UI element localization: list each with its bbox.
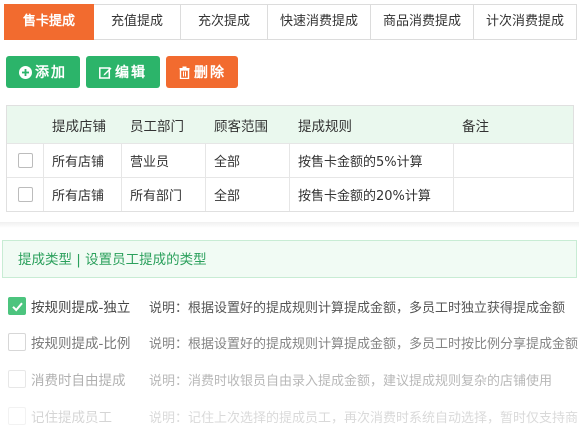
row-select-cell (7, 144, 43, 177)
delete-button[interactable]: 删除 (166, 56, 238, 88)
checkbox[interactable] (8, 333, 26, 351)
checkbox[interactable] (8, 370, 26, 388)
cell-department: 所有部门 (121, 178, 205, 211)
tab-goods-consume-commission[interactable]: 商品消费提成 (371, 4, 474, 40)
row-select-cell (7, 178, 43, 211)
option-free-commission[interactable]: 消费时自由提成 说明：消费时收银员自由录入提成金额，建议提成规则复杂的店铺使用 (8, 369, 552, 389)
option-label: 按规则提成-比例 (31, 336, 131, 352)
option-label: 消费时自由提成 (31, 373, 126, 389)
option-rule-independent[interactable]: 按规则提成-独立 说明：根据设置好的提成规则计算提成金额，多员工时独立获得提成金… (8, 296, 565, 316)
commission-tabs: 售卡提成 充值提成 充次提成 快速消费提成 商品消费提成 计次消费提成 (4, 4, 577, 40)
cell-customer-scope: 全部 (205, 178, 289, 211)
header-customer-scope: 顾客范围 (214, 118, 268, 135)
table-header-row: 提成店铺 员工部门 顾客范围 提成规则 备注 (7, 106, 573, 143)
tab-quick-consume-commission[interactable]: 快速消费提成 (268, 4, 371, 40)
option-description: 说明：根据设置好的提成规则计算提成金额，多员工时独立获得提成金额 (149, 300, 566, 316)
plus-circle-icon (19, 65, 32, 79)
tab-card-sale-commission[interactable]: 售卡提成 (4, 4, 94, 40)
cell-remark (453, 144, 573, 177)
header-select-cell (7, 106, 43, 143)
option-description: 说明：记住上次选择的提成员工，再次消费时系统自动选择，暂时仅支持商 (149, 410, 579, 426)
option-remember-staff[interactable]: 记住提成员工 说明：记住上次选择的提成员工，再次消费时系统自动选择，暂时仅支持商 (8, 406, 578, 426)
checkbox[interactable] (8, 407, 26, 425)
tab-count-consume-commission[interactable]: 计次消费提成 (474, 4, 577, 40)
option-label: 按规则提成-独立 (31, 300, 131, 316)
option-rule-proportional[interactable]: 按规则提成-比例 说明：根据设置好的提成规则计算提成金额，多员工时按比例分享提成… (8, 332, 578, 352)
cell-store: 所有店铺 (43, 144, 121, 177)
cell-customer-scope: 全部 (205, 144, 289, 177)
header-remark: 备注 (462, 118, 489, 135)
cell-remark (453, 178, 573, 211)
header-rule: 提成规则 (298, 118, 352, 135)
edit-icon (99, 66, 112, 79)
commission-type-panel-header: 提成类型 | 设置员工提成的类型 (2, 240, 577, 278)
option-label: 记住提成员工 (31, 410, 112, 426)
tab-recharge-commission[interactable]: 充值提成 (94, 4, 181, 40)
cell-store: 所有店铺 (43, 178, 121, 211)
row-checkbox[interactable] (17, 153, 33, 168)
header-store: 提成店铺 (52, 118, 106, 135)
edit-button-label: 编辑 (115, 65, 147, 81)
table-row[interactable]: 所有店铺 营业员 全部 按售卡金额的5%计算 (7, 143, 573, 177)
add-button-label: 添加 (35, 65, 67, 81)
panel-title: 提成类型 | 设置员工提成的类型 (18, 252, 207, 268)
option-description: 说明：根据设置好的提成规则计算提成金额，多员工时按比例分享提成金额 (149, 336, 579, 352)
trash-icon (178, 66, 191, 79)
table-row[interactable]: 所有店铺 所有部门 全部 按售卡金额的20%计算 (7, 177, 573, 211)
add-button[interactable]: 添加 (6, 56, 80, 88)
toolbar: 添加 编辑 删除 (6, 56, 244, 88)
option-description: 说明：消费时收银员自由录入提成金额，建议提成规则复杂的店铺使用 (149, 373, 553, 389)
cell-rule: 按售卡金额的5%计算 (289, 144, 453, 177)
section-divider (0, 222, 579, 228)
header-department: 员工部门 (130, 118, 184, 135)
edit-button[interactable]: 编辑 (86, 56, 160, 88)
checkbox-checked-icon[interactable] (8, 297, 26, 315)
row-checkbox[interactable] (17, 187, 33, 202)
cell-rule: 按售卡金额的20%计算 (289, 178, 453, 211)
cell-department: 营业员 (121, 144, 205, 177)
tab-count-recharge-commission[interactable]: 充次提成 (181, 4, 268, 40)
delete-button-label: 删除 (194, 65, 226, 81)
commission-rules-table: 提成店铺 员工部门 顾客范围 提成规则 备注 所有店铺 营业员 全部 按售卡金额… (6, 105, 574, 212)
